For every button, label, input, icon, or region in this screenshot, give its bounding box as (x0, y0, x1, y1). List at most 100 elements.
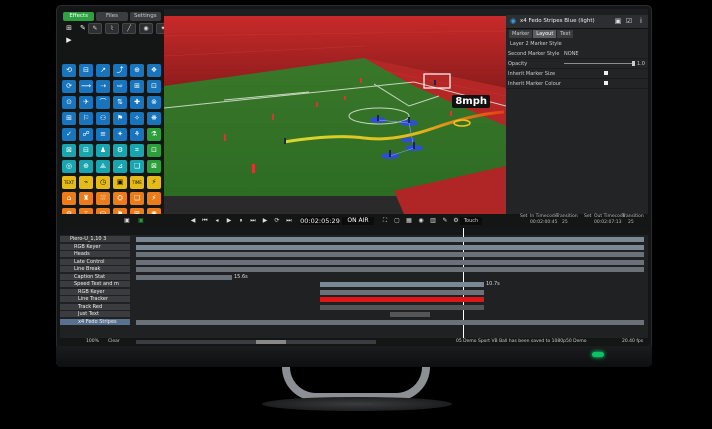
timeline-clip[interactable] (136, 244, 644, 250)
tab-files[interactable]: Files (96, 12, 128, 21)
grid-icon[interactable]: ▦ (404, 217, 414, 225)
on-air-button[interactable]: ON AIR (342, 217, 374, 225)
effect-button[interactable]: ✧ (130, 112, 144, 125)
track-name[interactable]: Just Text (60, 311, 130, 317)
tab-settings[interactable]: Settings (129, 12, 161, 21)
track-name[interactable]: x4 Fedo Stripes (60, 318, 130, 325)
opacity-slider[interactable] (564, 61, 635, 66)
effect-button[interactable]: ⊟ (79, 64, 93, 77)
info-icon[interactable]: ⅰ (637, 17, 645, 25)
effect-button[interactable]: TIME (130, 176, 144, 189)
effect-button[interactable]: ❋ (147, 112, 161, 125)
timeline-clip[interactable] (136, 267, 644, 272)
effect-button[interactable]: ⊡ (147, 144, 161, 157)
effect-button[interactable]: ⚗ (147, 128, 161, 141)
timeline-track[interactable]: RGB Keyer (60, 243, 648, 251)
step-forward-icon[interactable]: ⏭ (248, 217, 258, 225)
effect-button[interactable]: ⛆ (96, 192, 110, 205)
window-icon[interactable]: ▢ (392, 217, 402, 225)
effect-button[interactable]: ⊟ (79, 144, 93, 157)
effect-button[interactable]: ⊞ (130, 80, 144, 93)
effect-button[interactable]: ⚐ (79, 112, 93, 125)
lock-icon[interactable]: ▥ (428, 217, 438, 225)
track-name[interactable]: Piero-U_1,10 3 (60, 236, 130, 242)
timeline-track[interactable]: Line Break (60, 266, 648, 273)
save-icon[interactable]: ▣ (122, 217, 132, 225)
prev-icon[interactable]: ◀ (188, 217, 198, 225)
effect-button[interactable]: ♟ (96, 144, 110, 157)
timeline-track[interactable]: Caption Stat 15.6s (60, 273, 648, 281)
effect-button[interactable]: ⊡ (147, 80, 161, 93)
effect-button[interactable]: ❏ (130, 192, 144, 205)
fullscreen-icon[interactable]: ⛶ (380, 217, 390, 225)
set-out-label[interactable]: Set (584, 214, 591, 219)
timeline-clip[interactable] (320, 304, 484, 310)
prop-value[interactable]: NONE (564, 51, 579, 57)
track-name[interactable]: Line Tracker (60, 296, 130, 302)
effect-button[interactable]: ⌁ (79, 176, 93, 189)
pen-icon[interactable]: ✎ (88, 23, 102, 34)
brush-icon[interactable]: ⌇ (105, 23, 119, 34)
effect-button[interactable]: ⚑ (113, 112, 127, 125)
effect-button[interactable]: ⚇ (96, 112, 110, 125)
effect-button[interactable]: ≡ (96, 128, 110, 141)
timeline-clip[interactable] (136, 252, 644, 257)
timeline-clip[interactable] (136, 237, 644, 242)
timeline-track[interactable]: Late Control (60, 258, 648, 266)
gear-icon[interactable]: ⚙ (452, 217, 460, 225)
effect-button[interactable]: ❖ (147, 64, 161, 77)
effect-button[interactable]: ✈ (79, 96, 93, 109)
next-icon[interactable]: ▶ (260, 217, 270, 225)
effect-button[interactable]: ⌒ (96, 96, 110, 109)
inherit-colour-checkbox[interactable] (604, 81, 608, 85)
track-name[interactable]: Heads (60, 251, 130, 257)
line-icon[interactable]: ╱ (122, 23, 136, 34)
track-name[interactable]: RGB Keyer (60, 288, 130, 295)
tab-text[interactable]: Text (557, 30, 574, 38)
effect-button[interactable]: ⊕ (130, 64, 144, 77)
effect-button[interactable]: ⊗ (147, 96, 161, 109)
tab-layout[interactable]: Layout (533, 30, 557, 38)
effect-button[interactable]: ⇢ (96, 80, 110, 93)
pause-icon[interactable]: ⏸ (236, 217, 246, 225)
timeline-clip[interactable] (390, 312, 430, 317)
timeline-track[interactable]: Track Red (60, 303, 648, 311)
inherit-size-checkbox[interactable] (604, 71, 608, 75)
loop-icon[interactable]: ⟳ (272, 217, 282, 225)
out-timecode-value[interactable]: 00:02:07:13 (594, 220, 621, 225)
effect-button[interactable]: ⟳ (62, 80, 76, 93)
pencil-icon[interactable]: ✎ (440, 217, 450, 225)
timeline-track[interactable]: Just Text (60, 311, 648, 318)
timeline-clip[interactable] (320, 289, 484, 295)
camera-tool-icon[interactable]: ▶ (64, 36, 74, 44)
prop-row-inherit-size[interactable]: Inherit Marker Size (506, 69, 648, 79)
effect-button[interactable]: ⚙ (113, 144, 127, 157)
prop-row-second-marker[interactable]: Second Marker Style NONE (506, 49, 648, 59)
set-in-label[interactable]: Set (520, 214, 527, 219)
track-name[interactable]: Caption Stat (60, 273, 130, 280)
track-name[interactable]: Line Break (60, 266, 130, 272)
track-name[interactable]: Late Control (60, 258, 130, 265)
clear-button[interactable]: Clear (108, 339, 120, 344)
tab-marker[interactable]: Marker (509, 30, 533, 38)
effect-button[interactable]: ⤴ (113, 64, 127, 77)
effect-button[interactable]: ⇅ (113, 96, 127, 109)
effect-button[interactable]: ♜ (79, 192, 93, 205)
effect-button[interactable]: ⚡ (147, 176, 161, 189)
effect-button[interactable]: TEXT (62, 176, 76, 189)
timeline-track[interactable]: Speed Text and m 10.7s (60, 281, 648, 288)
effect-button[interactable]: ⊙ (62, 96, 76, 109)
effect-button[interactable]: ✚ (130, 96, 144, 109)
end-icon[interactable]: ⏭ (284, 217, 294, 225)
timeline-track[interactable]: RGB Keyer (60, 288, 648, 296)
effect-button[interactable]: ⌗ (130, 144, 144, 157)
eye-icon[interactable]: ◉ (139, 23, 153, 34)
slider-knob[interactable] (632, 61, 635, 66)
effect-button[interactable]: ◎ (62, 160, 76, 173)
zoom-value[interactable]: 100% (86, 339, 99, 344)
record-icon[interactable]: ▣ (136, 217, 146, 225)
effect-button[interactable]: ⇨ (113, 80, 127, 93)
track-name[interactable]: Track Red (60, 303, 130, 310)
draw-tool-icon[interactable]: ⊞ (64, 24, 74, 32)
effect-button[interactable]: ☍ (79, 128, 93, 141)
